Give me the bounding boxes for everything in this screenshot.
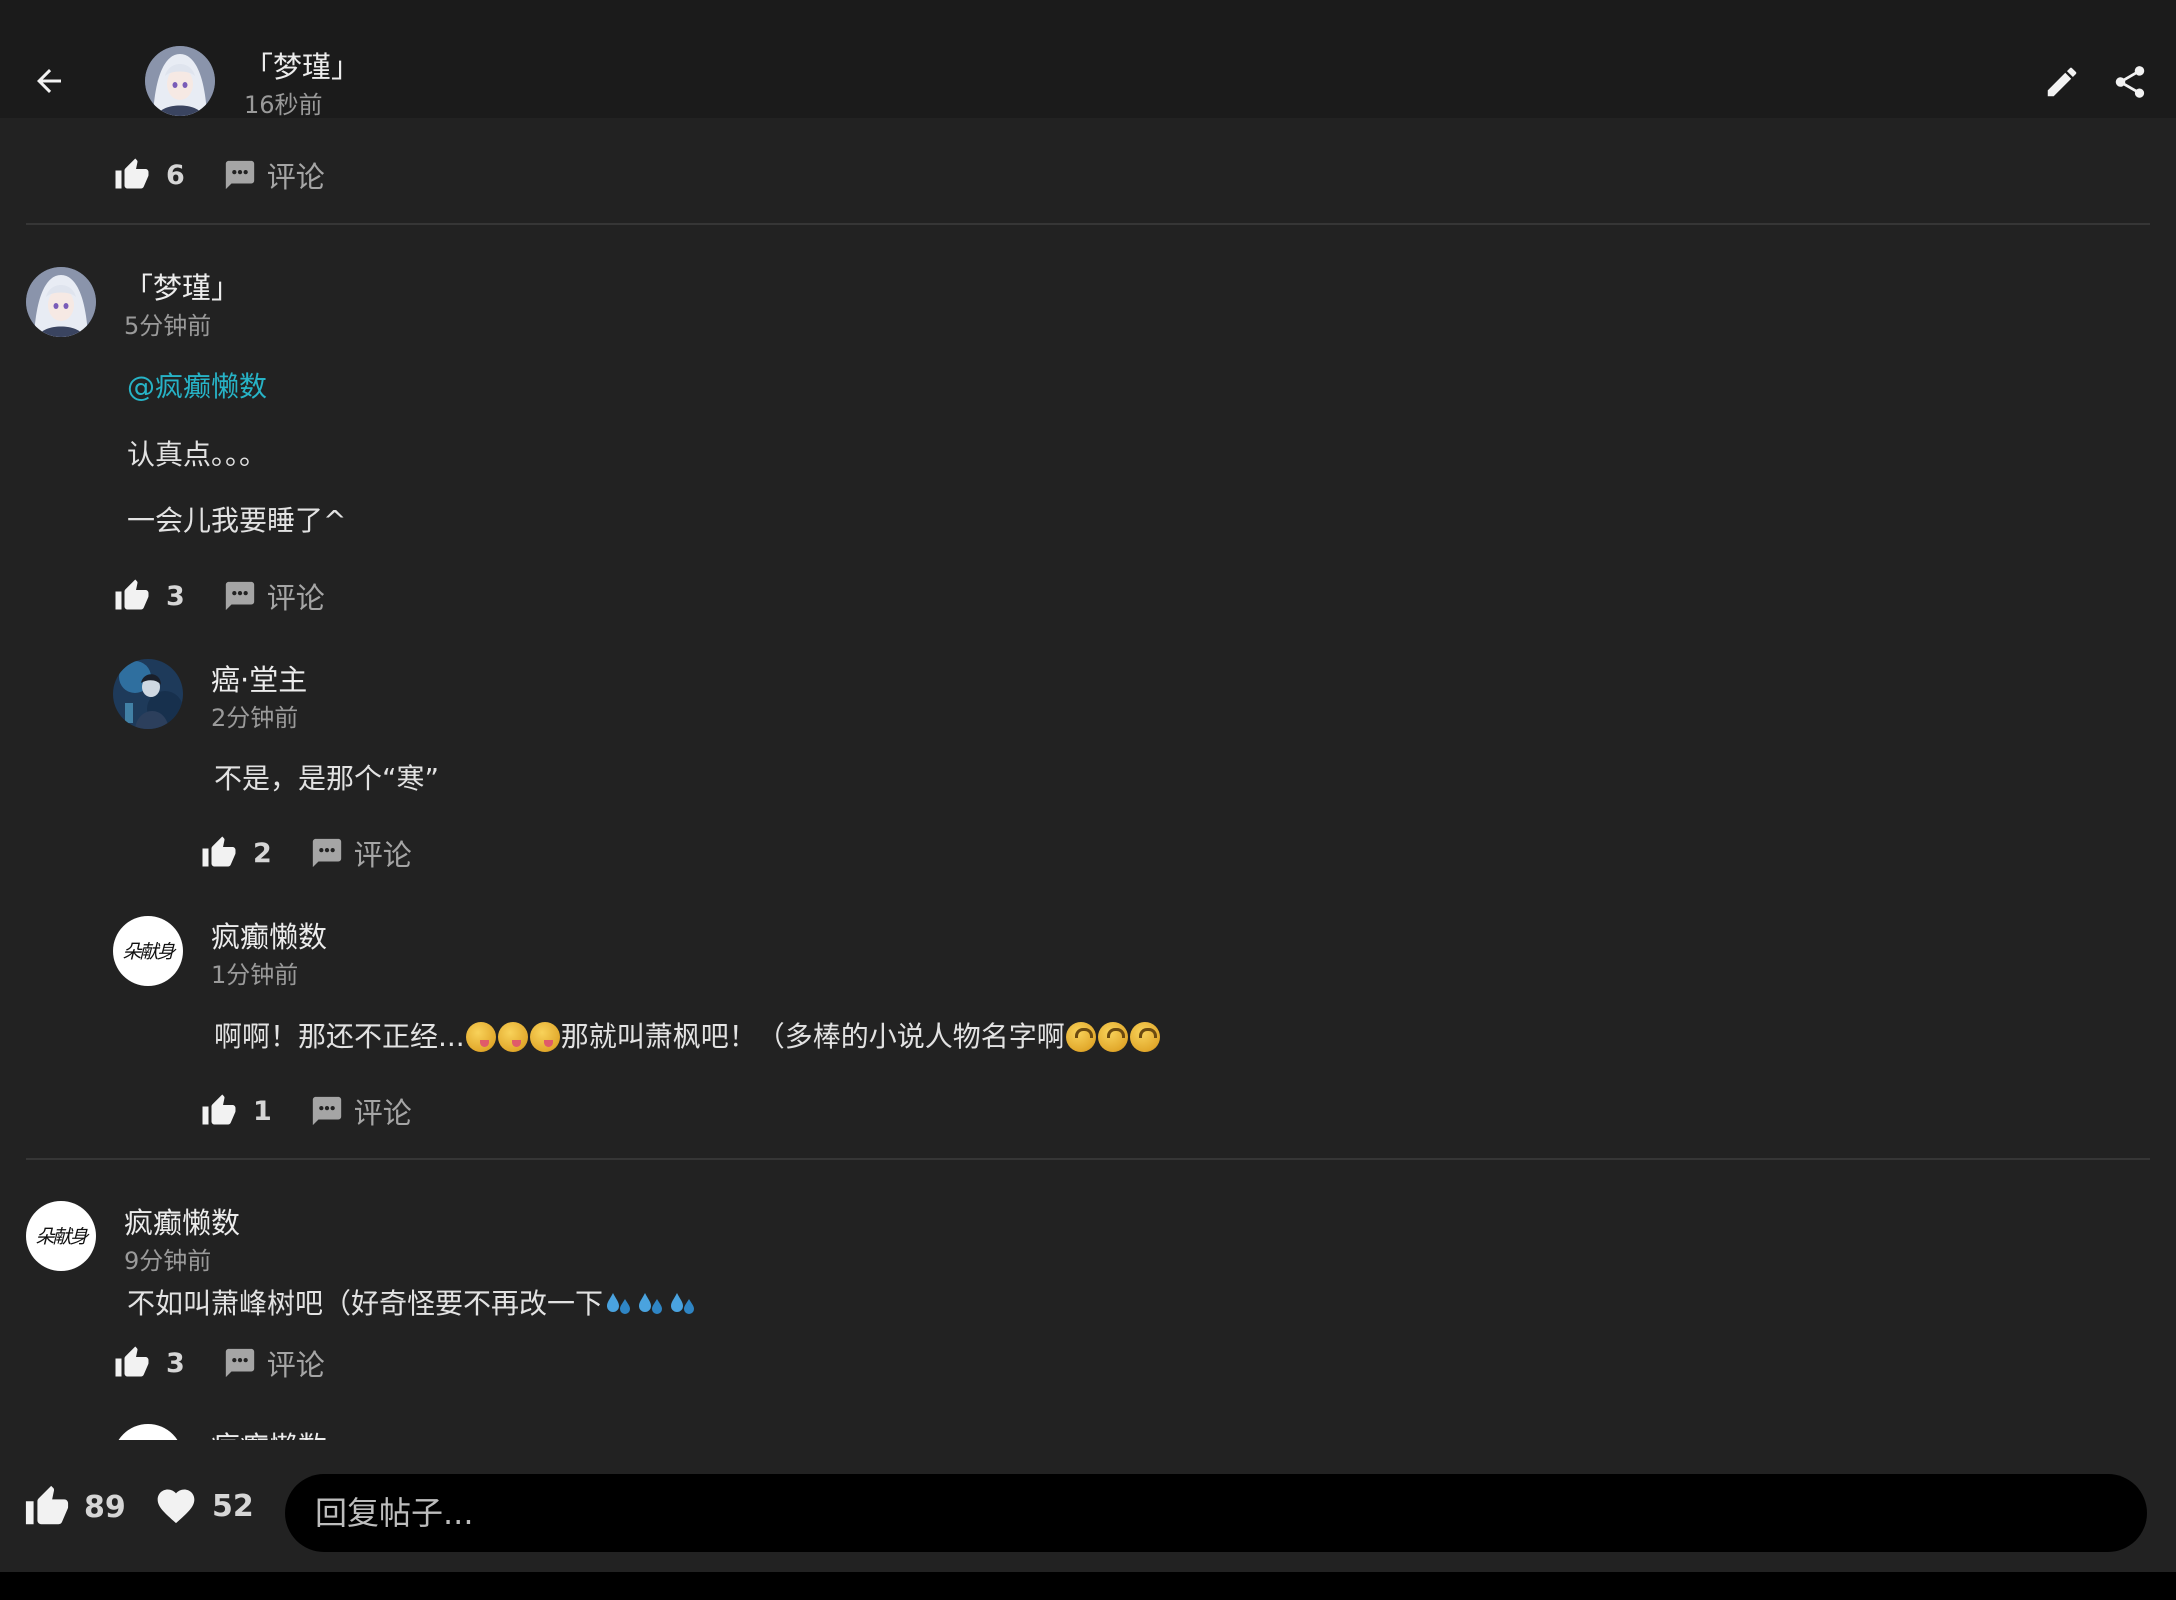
comment-author[interactable]: 疯癫懒数 (124, 1200, 240, 1242)
heart-icon (157, 1489, 195, 1524)
thumbs-up-icon (114, 578, 150, 614)
comment-like-button[interactable]: 3 (114, 578, 185, 614)
thumbs-up-icon (114, 157, 150, 193)
pencil-icon[interactable] (2040, 60, 2084, 104)
reply-time: 1分钟前 (211, 961, 299, 989)
avatar[interactable] (26, 267, 96, 337)
comment-time: 9分钟前 (124, 1247, 212, 1275)
reply-text: 啊啊！那还不正经... 那就叫萧枫吧！（多棒的小说人物名字啊 (214, 1015, 1161, 1055)
comment-text: 不如叫萧峰树吧（好奇怪要不再改一下 (127, 1282, 699, 1322)
upside-down-emoji-icon (1065, 1022, 1096, 1052)
reply-text-part: 那就叫萧枫吧！（多棒的小说人物名字啊 (560, 1020, 1065, 1053)
comment-text-line: 一会儿我要睡了^ (127, 504, 347, 537)
reply-like-button[interactable]: 1 (201, 1093, 272, 1129)
post-action-row: 6 评论 (114, 150, 325, 200)
yum-emoji-icon (529, 1022, 560, 1052)
divider (26, 223, 2150, 225)
comment-bubble-icon (310, 1094, 344, 1128)
divider (26, 1158, 2150, 1160)
sweat-drops-emoji-icon (668, 1289, 698, 1319)
comment-action-row: 3 评论 (114, 571, 325, 621)
comment-bubble-icon (223, 579, 257, 613)
comment-label: 评论 (266, 1348, 325, 1382)
thumbs-up-icon (201, 1093, 237, 1129)
reply-author[interactable]: 癌·堂主 (211, 657, 307, 699)
post-author[interactable]: 「梦瑾」 (244, 44, 360, 86)
partial-next-reply: 疯癫懒数 (0, 1424, 2176, 1440)
comment-like-button[interactable]: 3 (114, 1345, 185, 1381)
thread-like-count: 89 (84, 1489, 126, 1525)
upside-down-emoji-icon (1097, 1022, 1128, 1052)
reply-text: 不是，是那个“寒” (214, 762, 440, 795)
post-comment-button[interactable]: 评论 (223, 154, 325, 196)
post-like-button[interactable]: 6 (114, 157, 185, 193)
comment-label: 评论 (266, 581, 325, 615)
comment-label: 评论 (353, 1096, 412, 1130)
comment-time: 5分钟前 (124, 312, 212, 340)
yum-emoji-icon (497, 1022, 528, 1052)
reply-author[interactable]: 疯癫懒数 (211, 914, 327, 956)
comment-bubble-icon (310, 836, 344, 870)
comment-label: 评论 (353, 838, 412, 872)
yum-emoji-icon (465, 1022, 496, 1052)
thumbs-up-icon (24, 1484, 70, 1530)
reply-text-part: 啊啊！那还不正经... (214, 1020, 465, 1053)
reply-action-row: 2 评论 (201, 828, 412, 878)
reply-time: 2分钟前 (211, 704, 299, 732)
sweat-drops-emoji-icon (604, 1289, 634, 1319)
favorite-count: 52 (212, 1488, 254, 1524)
like-count: 3 (166, 1347, 185, 1379)
top-bar: 「梦瑾」 16秒前 (0, 0, 2176, 119)
comment-reply-button[interactable]: 评论 (223, 1342, 325, 1384)
reply-action-row: 1 评论 (201, 1086, 412, 1136)
avatar[interactable] (113, 1424, 183, 1440)
favorite-button[interactable]: 52 (154, 1484, 254, 1528)
thumbs-up-icon (114, 1345, 150, 1381)
like-count: 2 (253, 837, 272, 869)
mention-link[interactable]: @疯癫懒数 (127, 365, 267, 405)
reply-comment-button[interactable]: 评论 (310, 1090, 412, 1132)
thumbs-up-icon (201, 835, 237, 871)
post-like-count: 6 (166, 159, 185, 191)
thread-like-button[interactable]: 89 (24, 1484, 126, 1530)
post-time: 16秒前 (244, 91, 323, 119)
reply-input[interactable] (285, 1474, 2147, 1552)
avatar[interactable] (113, 916, 183, 986)
comment-reply-button[interactable]: 评论 (223, 575, 325, 617)
comment-bubble-icon (223, 1346, 257, 1380)
share-icon[interactable] (2108, 60, 2152, 104)
reply-comment-button[interactable]: 评论 (310, 832, 412, 874)
comment-label: 评论 (266, 160, 325, 194)
like-count: 1 (253, 1095, 272, 1127)
back-arrow-icon[interactable] (28, 60, 70, 102)
avatar[interactable] (113, 659, 183, 729)
avatar[interactable] (145, 46, 215, 116)
upside-down-emoji-icon (1129, 1022, 1160, 1052)
reply-like-button[interactable]: 2 (201, 835, 272, 871)
comment-action-row: 3 评论 (114, 1338, 325, 1388)
reply-author[interactable]: 疯癫懒数 (211, 1424, 327, 1440)
like-count: 3 (166, 580, 185, 612)
sweat-drops-emoji-icon (636, 1289, 666, 1319)
comment-text-part: 不如叫萧峰树吧（好奇怪要不再改一下 (127, 1287, 604, 1320)
avatar[interactable] (26, 1201, 96, 1271)
comment-text-line: 认真点。。。 (127, 438, 268, 471)
comment-author[interactable]: 「梦瑾」 (124, 265, 240, 307)
comment-bubble-icon (223, 158, 257, 192)
system-nav-strip (0, 1572, 2176, 1600)
